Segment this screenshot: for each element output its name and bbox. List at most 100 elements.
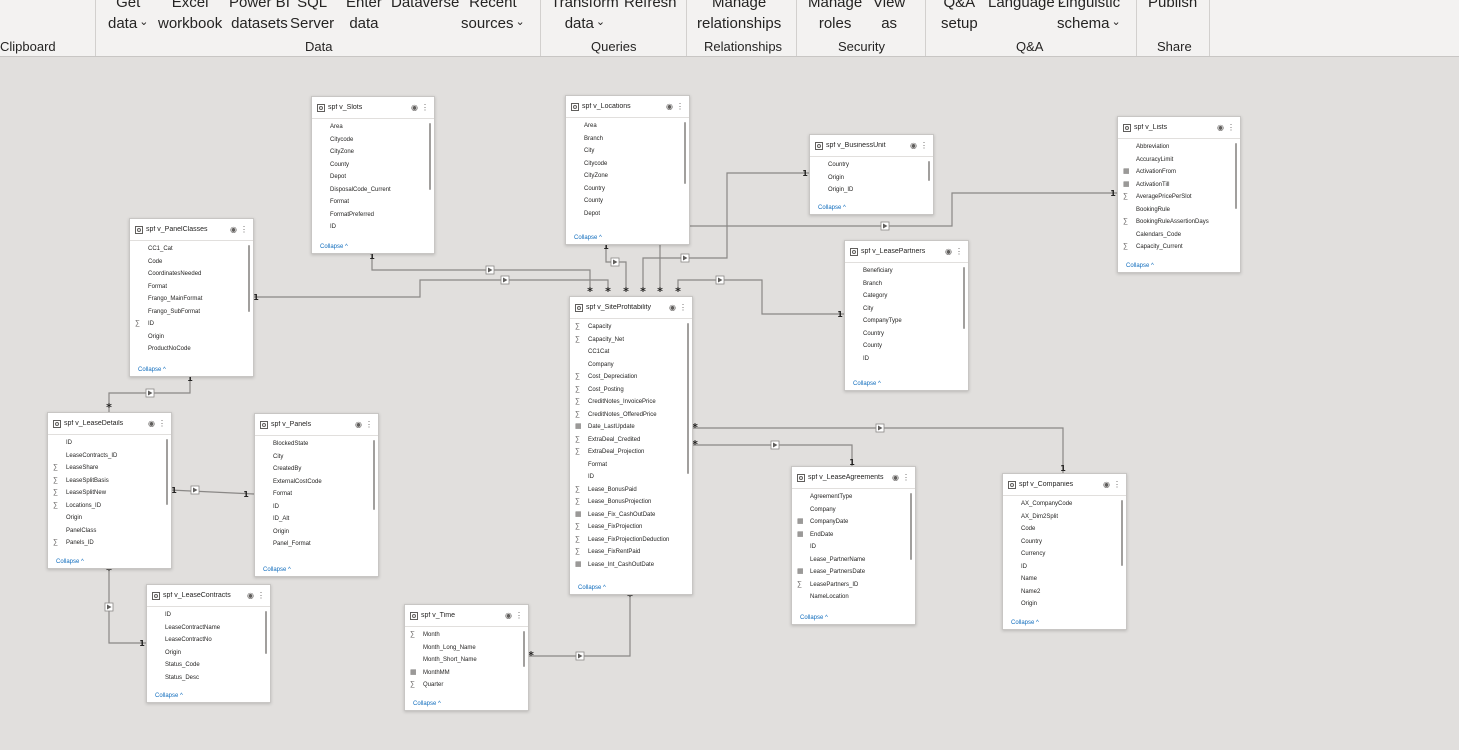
eye-icon[interactable]: ◉ <box>1103 480 1110 489</box>
more-options-icon[interactable]: ⋮ <box>955 247 963 256</box>
table-header[interactable]: spf v_LeasePartners ◉ ⋮ <box>845 241 968 263</box>
field-row[interactable]: ID <box>255 501 378 514</box>
field-row[interactable]: Frango_SubFormat <box>130 306 253 319</box>
field-row[interactable]: ∑ ID <box>130 318 253 331</box>
table-header[interactable]: spf v_Lists ◉ ⋮ <box>1118 117 1240 139</box>
collapse-link[interactable]: Collapse ^ <box>263 567 291 573</box>
eye-icon[interactable]: ◉ <box>669 303 676 312</box>
table-header[interactable]: spf v_Panels ◉ ⋮ <box>255 414 378 436</box>
table-card-lists[interactable]: spf v_Lists ◉ ⋮ Abbreviation AccuracyLimit ▦ A… <box>1117 116 1241 273</box>
field-row[interactable]: Citycode <box>566 158 689 171</box>
field-scrollbar[interactable] <box>265 611 267 654</box>
field-row[interactable]: ∑ BookingRuleAssertionDays <box>1118 216 1240 229</box>
field-scrollbar[interactable] <box>429 123 431 190</box>
field-scrollbar[interactable] <box>684 122 686 184</box>
collapse-link[interactable]: Collapse ^ <box>413 701 441 707</box>
view-as-button[interactable]: View as <box>873 0 905 34</box>
field-row[interactable]: Category <box>845 290 968 303</box>
field-scrollbar[interactable] <box>910 493 912 560</box>
refresh-button[interactable]: Refresh <box>624 0 677 13</box>
field-row[interactable]: LeaseContractNo <box>147 634 270 647</box>
language-button[interactable]: Language ⌄ <box>988 0 1066 15</box>
field-row[interactable]: ∑ Lease_FixProjectionDeduction <box>570 534 692 547</box>
collapse-link[interactable]: Collapse ^ <box>1011 620 1039 626</box>
field-row[interactable]: ∑ Month <box>405 629 528 642</box>
table-card-slots[interactable]: spf v_Slots ◉ ⋮ Area Citycode CityZone County D… <box>311 96 435 254</box>
field-row[interactable]: ID <box>845 353 968 366</box>
field-row[interactable]: ID <box>147 609 270 622</box>
field-row[interactable]: Country <box>810 159 933 172</box>
field-row[interactable]: Month_Short_Name <box>405 654 528 667</box>
more-options-icon[interactable]: ⋮ <box>257 591 265 600</box>
field-row[interactable]: Citycode <box>312 134 434 147</box>
field-scrollbar[interactable] <box>928 161 930 181</box>
eye-icon[interactable]: ◉ <box>355 420 362 429</box>
more-options-icon[interactable]: ⋮ <box>158 419 166 428</box>
transform-data-button[interactable]: Transform data ⌄ <box>551 0 619 36</box>
field-scrollbar[interactable] <box>523 631 525 667</box>
collapse-link[interactable]: Collapse ^ <box>800 615 828 621</box>
more-options-icon[interactable]: ⋮ <box>1113 480 1121 489</box>
field-row[interactable]: ∑ LeaseShare <box>48 462 171 475</box>
field-row[interactable]: Country <box>566 183 689 196</box>
table-header[interactable]: spf v_SiteProfitability ◉ ⋮ <box>570 297 692 319</box>
field-row[interactable]: ∑ Lease_FixProjection <box>570 521 692 534</box>
field-scrollbar[interactable] <box>687 323 689 474</box>
field-row[interactable]: CC1_Cat <box>130 243 253 256</box>
field-row[interactable]: Depot <box>566 208 689 221</box>
field-row[interactable]: County <box>312 159 434 172</box>
field-row[interactable]: CoordinatesNeeded <box>130 268 253 281</box>
table-card-leaseagreements[interactable]: spf v_LeaseAgreements ◉ ⋮ AgreementType Comp… <box>791 466 916 625</box>
field-row[interactable]: Frango_MainFormat <box>130 293 253 306</box>
collapse-link[interactable]: Collapse ^ <box>578 585 606 591</box>
field-row[interactable]: Origin <box>255 526 378 539</box>
table-card-companies[interactable]: spf v_Companies ◉ ⋮ AX_CompanyCode AX_Dim2Sp… <box>1002 473 1127 630</box>
field-row[interactable]: Area <box>312 121 434 134</box>
eye-icon[interactable]: ◉ <box>1217 123 1224 132</box>
more-options-icon[interactable]: ⋮ <box>902 473 910 482</box>
field-row[interactable]: ▦ Lease_Int_CashOutDate <box>570 559 692 572</box>
linguistic-schema-button[interactable]: Linguistic schema ⌄ <box>1057 0 1121 36</box>
field-row[interactable]: Origin <box>810 172 933 185</box>
eye-icon[interactable]: ◉ <box>247 591 254 600</box>
collapse-link[interactable]: Collapse ^ <box>1126 263 1154 269</box>
field-row[interactable]: ID <box>792 541 915 554</box>
field-row[interactable]: ▦ CompanyDate <box>792 516 915 529</box>
more-options-icon[interactable]: ⋮ <box>920 141 928 150</box>
eye-icon[interactable]: ◉ <box>411 103 418 112</box>
field-row[interactable]: FormatPreferred <box>312 209 434 222</box>
dataverse-button[interactable]: Dataverse <box>391 0 459 13</box>
field-row[interactable]: County <box>566 195 689 208</box>
field-row[interactable]: ▦ ActivationFrom <box>1118 166 1240 179</box>
field-row[interactable]: Country <box>845 328 968 341</box>
field-row[interactable]: City <box>255 451 378 464</box>
field-row[interactable]: ∑ Lease_FixRentPaid <box>570 546 692 559</box>
field-row[interactable]: ∑ LeaseSplitBasis <box>48 475 171 488</box>
field-row[interactable]: Company <box>792 504 915 517</box>
field-row[interactable]: CompanyType <box>845 315 968 328</box>
field-row[interactable]: Status_Code <box>147 659 270 672</box>
table-card-leasedetails[interactable]: spf v_LeaseDetails ◉ ⋮ ID LeaseContracts_ID ∑… <box>47 412 172 569</box>
field-row[interactable]: ID <box>1003 561 1126 574</box>
field-row[interactable]: ∑ Locations_ID <box>48 500 171 513</box>
field-row[interactable]: Country <box>1003 536 1126 549</box>
get-data-button[interactable]: Get data ⌄ <box>108 0 148 36</box>
field-row[interactable]: ∑ AveragePricePerSlot <box>1118 191 1240 204</box>
field-row[interactable]: Origin <box>147 647 270 660</box>
field-row[interactable]: PanelClass <box>48 525 171 538</box>
field-row[interactable]: Origin <box>48 512 171 525</box>
eye-icon[interactable]: ◉ <box>945 247 952 256</box>
qa-setup-button[interactable]: Q&A setup <box>941 0 978 34</box>
field-row[interactable]: Origin <box>130 331 253 344</box>
sql-server-button[interactable]: SQL Server <box>290 0 334 34</box>
table-card-leasepartners[interactable]: spf v_LeasePartners ◉ ⋮ Beneficiary Branch Ca… <box>844 240 969 391</box>
field-row[interactable]: Branch <box>845 278 968 291</box>
field-row[interactable]: Calendars_Code <box>1118 229 1240 242</box>
table-header[interactable]: spf v_BusinessUnit ◉ ⋮ <box>810 135 933 157</box>
field-row[interactable]: Status_Desc <box>147 672 270 685</box>
field-row[interactable]: ▦ Lease_PartnersDate <box>792 566 915 579</box>
power-bi-datasets-button[interactable]: Power BI datasets <box>229 0 290 34</box>
field-row[interactable]: BookingRule <box>1118 204 1240 217</box>
more-options-icon[interactable]: ⋮ <box>365 420 373 429</box>
field-row[interactable]: ∑ Cost_Depreciation <box>570 371 692 384</box>
